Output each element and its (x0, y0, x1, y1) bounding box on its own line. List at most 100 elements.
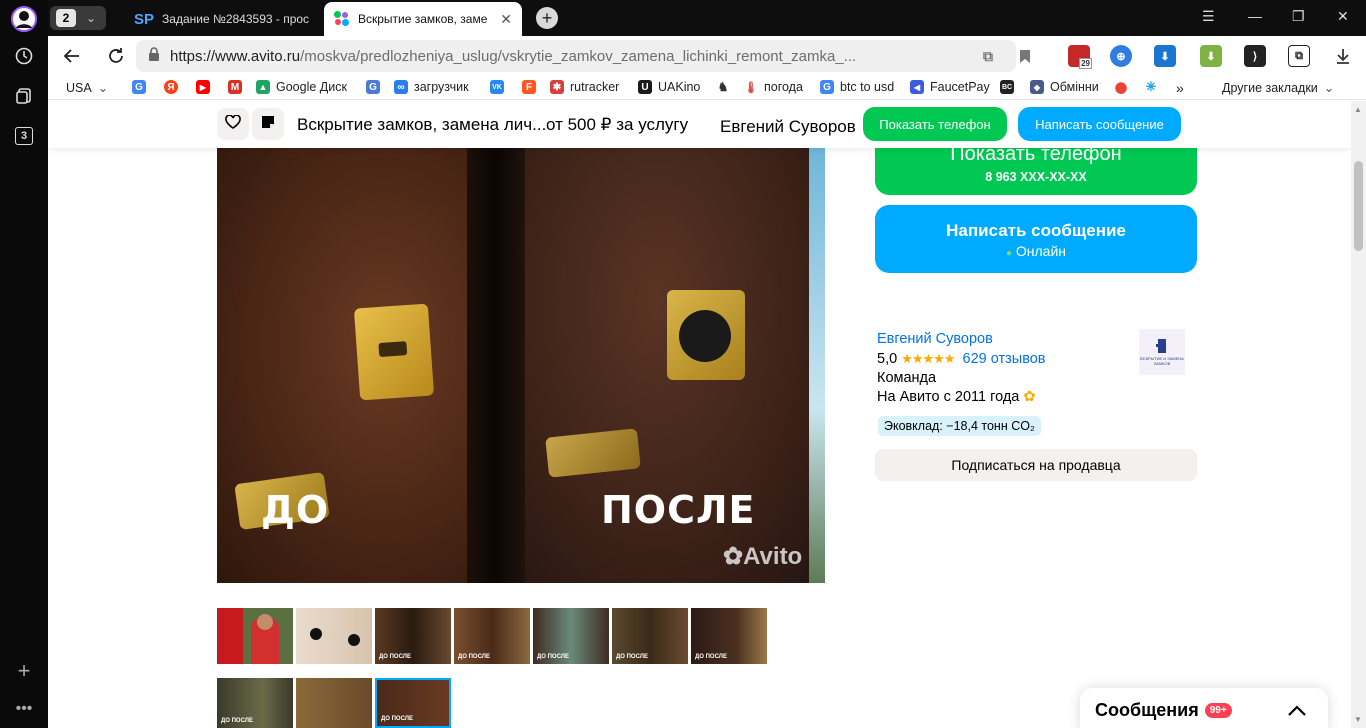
close-window-icon[interactable]: ✕ (1337, 8, 1349, 25)
before-caption: ДО (261, 488, 330, 532)
messages-title: Сообщения (1095, 699, 1199, 720)
subscribe-button[interactable]: Подписаться на продавца (875, 449, 1197, 481)
bookmark-faucetpay[interactable]: ◀ FaucetPay (910, 80, 990, 94)
back-icon[interactable] (60, 44, 84, 68)
bookmark-exchangers[interactable]: ◆ Обмінни (1030, 80, 1099, 94)
messages-widget[interactable]: Сообщения 99+ (1080, 688, 1328, 728)
translate-icon[interactable]: ⧉ (977, 45, 999, 67)
scroll-down-icon[interactable]: ▼ (1354, 715, 1362, 724)
thumbnail-selected[interactable]: ДО ПОСЛЕ (375, 678, 451, 728)
vk-icon: VK (490, 80, 504, 94)
scrollbar-thumb[interactable] (1354, 161, 1363, 251)
bookmark-chess[interactable]: ♞ (716, 80, 730, 94)
listing-price: от 500 ₽ за услугу (546, 115, 689, 134)
bookmark-gmail[interactable]: M (228, 80, 242, 94)
bookmark-folder-usa[interactable]: USA ⌄ (66, 80, 109, 96)
collections-icon[interactable] (10, 82, 38, 110)
bookmark-label: UAKino (658, 80, 701, 94)
favorite-button[interactable] (217, 108, 249, 140)
downloads-icon[interactable] (1332, 45, 1354, 67)
google-icon: G (820, 80, 834, 94)
reviews-link[interactable]: 629 отзывов (963, 351, 1046, 367)
extensions-puzzle-icon[interactable]: ⧉ (1288, 45, 1310, 67)
page-scrollbar[interactable]: ▲ ▼ (1351, 101, 1366, 728)
tab-avito[interactable]: Вскрытие замков, заме ✕ (324, 2, 522, 36)
bookmark-star[interactable]: ✳ (1144, 79, 1158, 94)
close-tab-icon[interactable]: ✕ (500, 11, 512, 28)
menu-icon[interactable]: ☰ (1202, 8, 1215, 25)
bookmark-google-drive[interactable]: ▲ Google Диск (256, 80, 347, 94)
bookmark-f[interactable]: F (522, 80, 536, 94)
tab-group-button[interactable]: 2 ⌄ (50, 6, 106, 30)
bookmark-maps[interactable]: ⬤ (1114, 80, 1128, 94)
bookmarks-bar: USA ⌄ G Я ▶ M ▲ Google Диск G ∞ загрузчи… (48, 76, 1366, 100)
chevron-down-icon: ⌄ (1323, 81, 1335, 95)
google-drive-icon: ▲ (256, 80, 270, 94)
add-panel-icon[interactable]: + (10, 657, 38, 685)
other-bookmarks-folder[interactable]: Другие закладки ⌄ (1222, 80, 1335, 96)
show-phone-button[interactable]: Показать телефон 8 963 XXX-XX-XX (875, 141, 1197, 195)
thumbnail[interactable]: ДО ПОСЛЕ (691, 608, 767, 664)
thumbnail-label: ДО ПОСЛЕ (381, 716, 413, 722)
sparkle-icon: ✳ (1144, 79, 1158, 94)
page-content: Вскрытие замков, замена лич... от 500 ₽ … (48, 101, 1351, 728)
bookmarks-more-button[interactable]: » (1176, 80, 1184, 96)
calendar-extension-icon[interactable]: 29 (1068, 45, 1092, 69)
thumbnail[interactable]: ДО ПОСЛЕ (375, 608, 451, 664)
note-button[interactable] (252, 108, 284, 140)
vpn-extension-icon[interactable]: ⊕ (1110, 45, 1132, 67)
profile-icon[interactable] (10, 5, 38, 33)
thumbnail-label: ДО ПОСЛЕ (695, 654, 727, 660)
bookmark-uakino[interactable]: U UAKino (638, 80, 700, 94)
bookmark-weather[interactable]: 🌡 погода (744, 80, 803, 94)
seller-card: Евгений Суворов 5,0 ★★★★★ 629 отзывов Ко… (877, 330, 1046, 407)
bookmark-youtube[interactable]: ▶ (196, 80, 210, 94)
thumbnail[interactable]: ДО ПОСЛЕ (533, 608, 609, 664)
thumbnail[interactable] (296, 608, 372, 664)
sticky-header: Вскрытие замков, замена лич... от 500 ₽ … (48, 101, 1351, 148)
chevron-up-icon[interactable] (1288, 699, 1306, 722)
thumbnail[interactable]: ДО ПОСЛЕ (217, 678, 293, 728)
seller-link[interactable]: Евгений Суворов (877, 331, 993, 347)
thumbnail[interactable] (296, 678, 372, 728)
tab-task[interactable]: SP Задание №2843593 - прос (124, 2, 320, 36)
seller-logo[interactable]: ВСКРЫТИЕ И ЗАМЕНА ЗАМКОВ (1139, 329, 1185, 375)
new-tab-button[interactable]: + (536, 7, 558, 29)
title-bar: 2 ⌄ SP Задание №2843593 - прос Вскрытие … (48, 0, 1366, 36)
chevron-down-icon: ⌄ (97, 81, 109, 95)
eco-badge[interactable]: Эковклад: −18,4 тонн CO₂ (878, 416, 1041, 436)
more-icon[interactable]: ••• (10, 695, 38, 723)
scroll-up-icon[interactable]: ▲ (1354, 105, 1362, 114)
thumbnail-label: ДО ПОСЛЕ (379, 654, 411, 660)
after-caption: ПОСЛЕ (601, 488, 756, 532)
bookmark-yandex[interactable]: Я (164, 80, 178, 94)
extension-icon[interactable]: ⟩ (1244, 45, 1266, 67)
seller-name[interactable]: Евгений Суворов (720, 117, 856, 137)
reload-icon[interactable] (104, 44, 128, 68)
tab-counter-icon[interactable]: 3 (10, 122, 38, 150)
bookmark-icon[interactable] (1014, 45, 1036, 67)
write-message-button[interactable]: Написать сообщение ● Онлайн (875, 205, 1197, 273)
thumbnail[interactable]: ДО ПОСЛЕ (612, 608, 688, 664)
address-bar[interactable]: https://www.avito.ru/moskva/predlozheniy… (136, 40, 1016, 72)
lock-icon[interactable] (148, 47, 160, 65)
thumbnail[interactable] (217, 608, 293, 664)
sticky-show-phone-button[interactable]: Показать телефон (863, 107, 1007, 141)
bookmark-translate[interactable]: G (366, 80, 380, 94)
minimize-icon[interactable]: — (1248, 8, 1262, 24)
sticky-write-message-button[interactable]: Написать сообщение (1018, 107, 1181, 141)
bookmark-downloader[interactable]: ∞ загрузчик (394, 80, 469, 94)
restore-icon[interactable]: ❐ (1292, 8, 1305, 25)
bookmark-btc-to-usd[interactable]: G btc to usd (820, 80, 894, 94)
bookmark-google[interactable]: G (132, 80, 146, 94)
seller-since: На Авито с 2011 года (877, 389, 1020, 405)
bookmark-vk[interactable]: VK (490, 80, 504, 94)
bookmark-rutracker[interactable]: ✱ rutracker (550, 80, 619, 94)
main-photo[interactable]: ДО ПОСЛЕ ✿Avito (217, 148, 825, 583)
download-extension-icon[interactable]: ⬇ (1154, 45, 1176, 67)
thermometer-icon: 🌡 (744, 80, 758, 94)
saver-extension-icon[interactable]: ⬇ (1200, 45, 1222, 67)
bookmark-bc[interactable]: BC (1000, 80, 1014, 94)
history-icon[interactable] (10, 42, 38, 70)
thumbnail[interactable]: ДО ПОСЛЕ (454, 608, 530, 664)
